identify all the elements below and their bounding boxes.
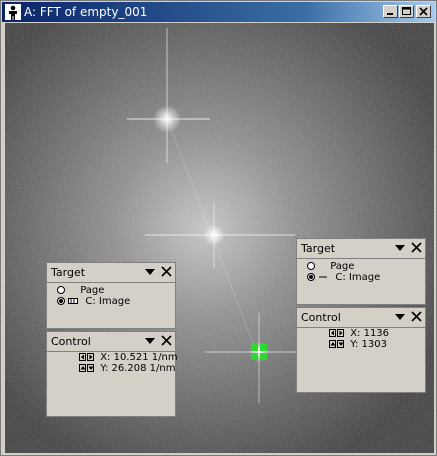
chevron-down-icon[interactable] [395,244,405,252]
palette-header[interactable]: Control [47,332,175,352]
image-icon [68,298,79,304]
target-option-page[interactable]: Page [57,285,104,296]
x-readout: X: 1136 [329,328,389,339]
palette-title: Target [301,242,336,255]
minimize-icon [387,13,393,15]
chevron-down-icon[interactable] [145,337,155,345]
close-icon[interactable] [411,242,422,253]
window-titlebar[interactable]: A: FFT of empty_001 [2,2,435,22]
decrement-arrow[interactable] [329,329,336,337]
y-readout: Y: 26.208 1/nm [79,363,176,374]
radio-button-selected[interactable] [57,297,65,305]
y-value: Y: 26.208 1/nm [100,363,176,374]
radio-button[interactable] [307,262,315,270]
close-icon[interactable] [161,266,172,277]
maximize-button[interactable] [399,5,414,18]
close-icon [419,7,428,16]
target-option-image[interactable]: C: Image [307,272,380,283]
minimize-button[interactable] [383,5,398,18]
chevron-down-icon[interactable] [395,313,405,321]
chevron-down-icon[interactable] [145,268,155,276]
option-label: C: Image [85,296,131,307]
increment-arrow[interactable] [79,364,86,372]
option-label: Page [80,285,105,296]
close-icon[interactable] [161,335,172,346]
option-label: Page [330,261,355,272]
palette-title: Control [51,335,91,348]
x-value: X: 1136 [350,328,390,339]
x-value: X: 10.521 1/nm [100,352,178,363]
option-label: C: Image [335,272,381,283]
increment-arrow[interactable] [329,340,336,348]
close-icon[interactable] [411,311,422,322]
y-readout: Y: 1303 [329,339,387,350]
line-icon [319,276,328,278]
radio-button-selected[interactable] [307,273,315,281]
x-readout: X: 10.521 1/nm [79,352,178,363]
close-button[interactable] [416,5,431,18]
decrement-arrow[interactable] [337,340,344,348]
target-palette-right: Target Page C: Image [296,238,426,305]
palette-title: Target [51,266,86,279]
palette-header[interactable]: Control [297,308,425,328]
target-option-image[interactable]: C: Image [57,296,130,307]
y-value: Y: 1303 [350,339,387,350]
window-title: A: FFT of empty_001 [24,5,148,19]
palette-header[interactable]: Target [47,263,175,283]
increment-arrow[interactable] [337,329,344,337]
maximize-icon [402,7,411,15]
palette-title: Control [301,311,341,324]
target-option-page[interactable]: Page [307,261,354,272]
control-palette-right: Control X: 1136 Y: 1303 [296,307,426,393]
radio-button[interactable] [57,286,65,294]
control-palette-left: Control X: 10.521 1/nm Y: 26.208 1/nm [46,331,178,417]
decrement-arrow[interactable] [79,353,86,361]
decrement-arrow[interactable] [87,364,94,372]
target-palette-left: Target Page C: Image [46,262,176,329]
increment-arrow[interactable] [87,353,94,361]
figure-icon [5,4,21,20]
palette-header[interactable]: Target [297,239,425,259]
